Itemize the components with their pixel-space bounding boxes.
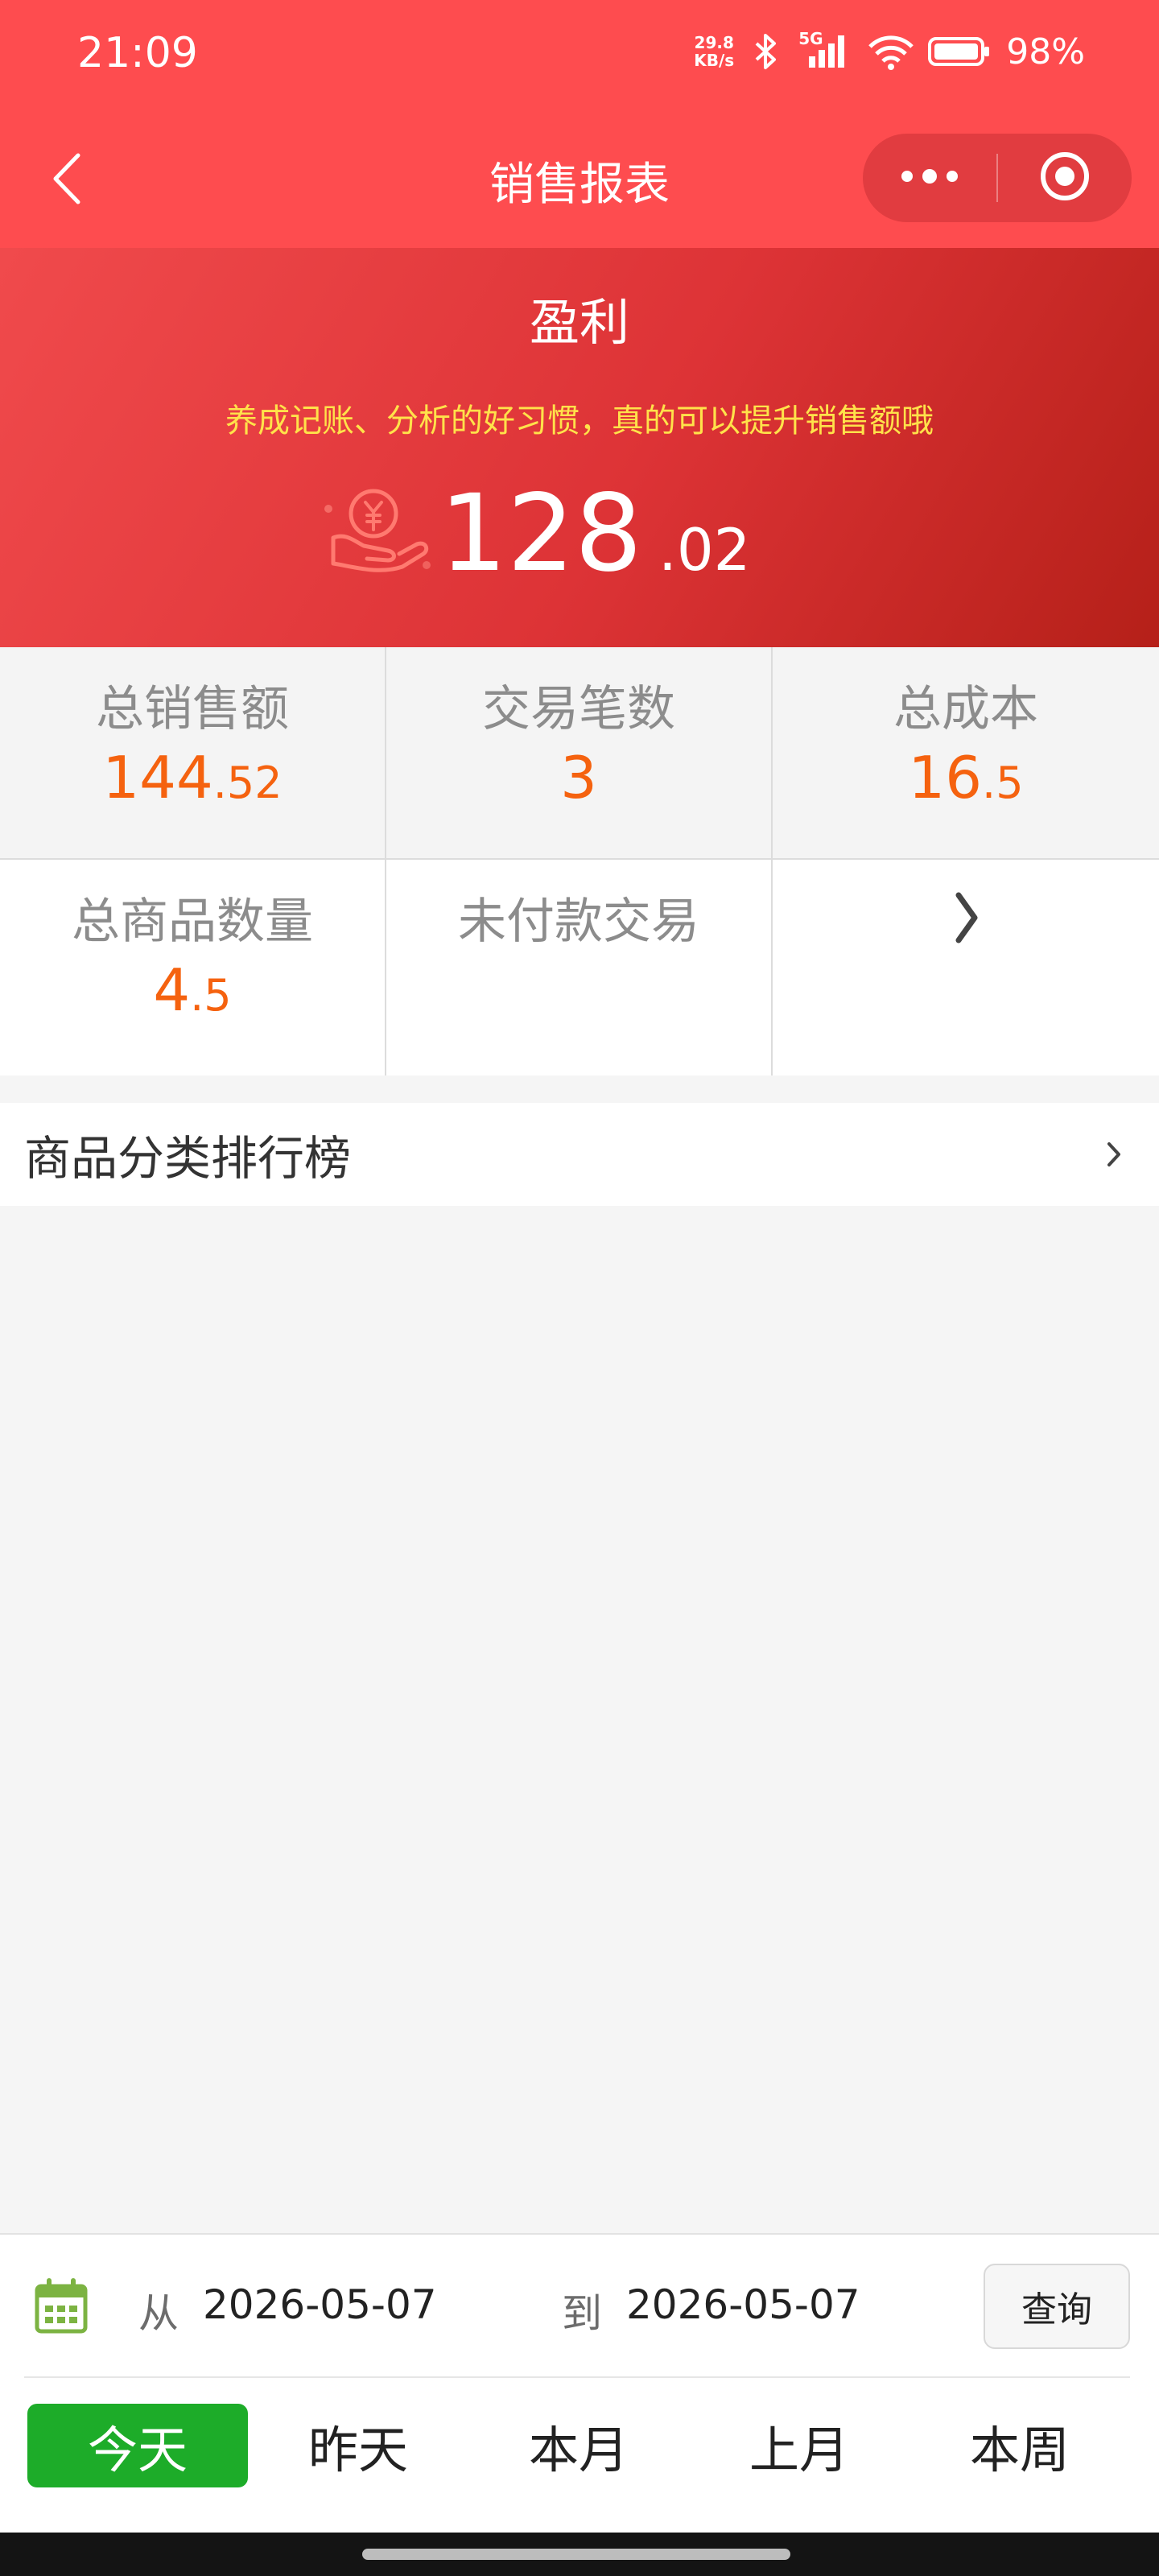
money-hand-icon	[322, 477, 435, 589]
stat-label: 总销售额	[96, 681, 289, 737]
stat-more-button[interactable]	[773, 860, 1159, 1075]
category-ranking-label: 商品分类排行榜	[24, 1131, 352, 1186]
stat-value-integer: 4	[153, 956, 191, 1024]
range-yesterday-button[interactable]: 昨天	[248, 2404, 468, 2487]
stat-label: 未付款交易	[458, 894, 699, 950]
stat-unpaid-transactions[interactable]: 未付款交易	[386, 860, 773, 1075]
stat-value: 144.52	[0, 744, 385, 811]
close-mini-program-button[interactable]	[998, 134, 1132, 222]
net-speed-unit: KB/s	[694, 51, 735, 70]
status-icons: 29.8 KB/s 5G 98%	[694, 29, 1085, 74]
stat-label: 交易笔数	[482, 681, 675, 737]
more-dots-icon	[897, 167, 962, 189]
signal-icon: 5G	[798, 29, 855, 74]
range-this-week-button[interactable]: 本周	[909, 2404, 1130, 2487]
date-range-row: 从 2026-05-07 到 2026-05-07 查询	[0, 2235, 1159, 2376]
profit-banner: 盈利 养成记账、分析的好习惯，真的可以提升销售额哦 128 .02	[0, 248, 1159, 647]
stat-value: 4.5	[0, 956, 385, 1024]
stats-row: 总商品数量 4.5 未付款交易	[0, 860, 1159, 1075]
net-speed-value: 29.8	[694, 33, 734, 52]
status-time: 21:09	[77, 29, 198, 77]
calendar-icon[interactable]	[34, 2277, 89, 2334]
date-filter-panel: 从 2026-05-07 到 2026-05-07 查询 今天 昨天 本月 上月…	[0, 2233, 1159, 2533]
range-today-button[interactable]: 今天	[27, 2404, 248, 2487]
nav-bar: 销售报表	[0, 113, 1159, 248]
stat-label: 总成本	[893, 681, 1038, 737]
stat-value-decimal: .5	[190, 970, 232, 1021]
mini-program-capsule	[863, 134, 1132, 222]
category-ranking-row[interactable]: 商品分类排行榜	[0, 1103, 1159, 1206]
system-nav-bar	[0, 2533, 1159, 2576]
stat-value-decimal: .52	[212, 758, 283, 808]
from-label: 从	[138, 2290, 179, 2337]
more-menu-button[interactable]	[863, 134, 996, 222]
stat-transaction-count[interactable]: 交易笔数 3	[386, 647, 773, 858]
stat-total-sales[interactable]: 总销售额 144.52	[0, 647, 386, 858]
stat-label: 总商品数量	[72, 894, 313, 950]
bluetooth-icon	[745, 29, 787, 74]
divider	[24, 2376, 1130, 2378]
range-this-month-button[interactable]: 本月	[468, 2404, 689, 2487]
status-bar: 21:09 29.8 KB/s 5G 98%	[0, 0, 1159, 113]
profit-amount-decimal: .02	[658, 516, 751, 584]
net-speed: 29.8 KB/s	[694, 34, 734, 69]
profit-amount-integer: 128	[439, 472, 642, 596]
stat-value-integer: 3	[560, 744, 597, 811]
stat-total-cost[interactable]: 总成本 16.5	[773, 647, 1159, 858]
to-date-field[interactable]: 2026-05-07	[626, 2281, 860, 2328]
quick-range-tabs: 今天 昨天 本月 上月 本周	[27, 2404, 1133, 2487]
stat-value: 3	[386, 744, 771, 811]
to-label: 到	[562, 2290, 602, 2337]
range-last-month-button[interactable]: 上月	[689, 2404, 909, 2487]
from-date-field[interactable]: 2026-05-07	[203, 2281, 437, 2328]
battery-percent: 98%	[1006, 31, 1085, 72]
profit-amount: 128 .02	[322, 473, 750, 594]
battery-icon	[927, 29, 992, 74]
stats-grid: 总销售额 144.52 交易笔数 3 总成本 16.5 总商品数量 4.5 未付…	[0, 647, 1159, 1075]
stat-total-quantity[interactable]: 总商品数量 4.5	[0, 860, 386, 1075]
stat-value-integer: 144	[102, 744, 213, 811]
chevron-right-icon	[1106, 1138, 1130, 1170]
stat-value-integer: 16	[908, 744, 983, 811]
stats-row: 总销售额 144.52 交易笔数 3 总成本 16.5	[0, 647, 1159, 860]
network-type: 5G	[798, 29, 823, 48]
profit-tip: 养成记账、分析的好习惯，真的可以提升销售额哦	[225, 402, 934, 440]
profit-label: 盈利	[529, 293, 629, 352]
home-indicator[interactable]	[362, 2549, 790, 2560]
target-close-icon	[1038, 150, 1091, 206]
chevron-right-icon	[773, 892, 1159, 943]
stat-value: 16.5	[773, 744, 1159, 811]
wifi-icon	[866, 29, 916, 74]
query-button[interactable]: 查询	[984, 2264, 1130, 2349]
stat-value-decimal: .5	[982, 758, 1024, 808]
